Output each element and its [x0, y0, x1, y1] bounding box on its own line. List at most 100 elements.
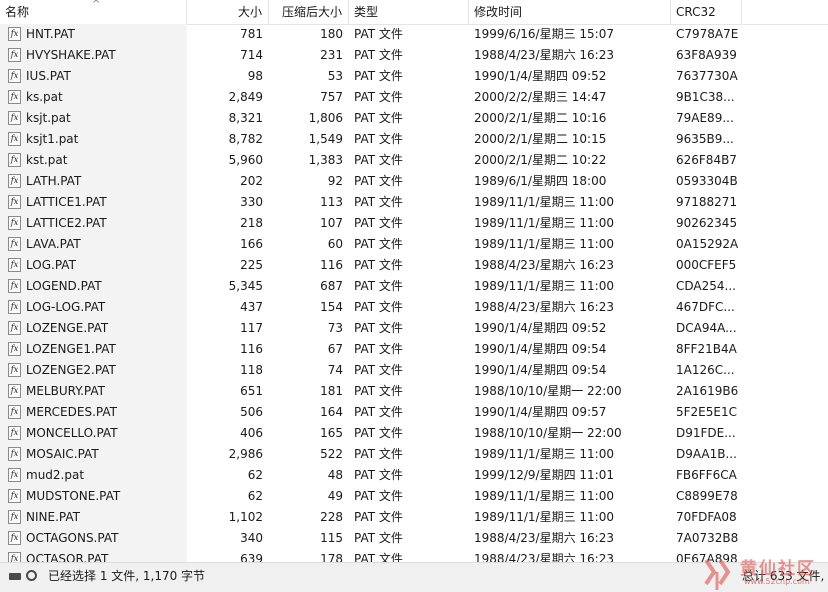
- file-name: NINE.PAT: [26, 510, 80, 524]
- table-row[interactable]: fx LAVA.PAT 166 60 PAT 文件 1989/11/1/星期三 11:00…: [0, 234, 828, 255]
- file-crc32: 0A15292A: [676, 237, 739, 251]
- file-name-cell[interactable]: fx ksjt1.pat: [0, 129, 187, 150]
- file-name: LOGEND.PAT: [26, 279, 102, 293]
- file-name-cell[interactable]: fx LAVA.PAT: [0, 234, 187, 255]
- pat-file-icon: fx: [8, 216, 21, 230]
- drive-icon: [9, 573, 21, 580]
- total-status: 总计 633 文件, 8: [742, 569, 828, 583]
- file-modified: 1989/11/1/星期三 11:00: [474, 447, 614, 461]
- table-row[interactable]: fx HNT.PAT 781 180 PAT 文件 1999/6/16/星期三 15:07…: [0, 24, 828, 45]
- file-type: PAT 文件: [354, 384, 403, 398]
- table-row[interactable]: fx MONCELLO.PAT 406 165 PAT 文件 1988/10/10/星期一…: [0, 423, 828, 444]
- file-packed-size: 180: [320, 27, 343, 41]
- file-name-cell[interactable]: fx kst.pat: [0, 150, 187, 171]
- pat-file-icon: fx: [8, 153, 21, 167]
- table-row[interactable]: fx LOZENGE.PAT 117 73 PAT 文件 1990/1/4/星期四 09:…: [0, 318, 828, 339]
- table-row[interactable]: fx MERCEDES.PAT 506 164 PAT 文件 1990/1/4/星期四 0…: [0, 402, 828, 423]
- file-type: PAT 文件: [354, 48, 403, 62]
- file-packed-size: 228: [320, 510, 343, 524]
- file-type: PAT 文件: [354, 468, 403, 482]
- file-name-cell[interactable]: fx MOSAIC.PAT: [0, 444, 187, 465]
- file-type: PAT 文件: [354, 279, 403, 293]
- table-row[interactable]: fx LOZENGE1.PAT 116 67 PAT 文件 1990/1/4/星期四 09…: [0, 339, 828, 360]
- file-name: HNT.PAT: [26, 27, 75, 41]
- table-row[interactable]: fx MUDSTONE.PAT 62 49 PAT 文件 1989/11/1/星期三 11…: [0, 486, 828, 507]
- column-header-packed-size[interactable]: 压缩后大小: [269, 0, 349, 24]
- file-name-cell[interactable]: fx LOZENGE.PAT: [0, 318, 187, 339]
- table-row[interactable]: fx LATTICE2.PAT 218 107 PAT 文件 1989/11/1/星期三 …: [0, 213, 828, 234]
- table-row[interactable]: fx ks.pat 2,849 757 PAT 文件 2000/2/2/星期三 14:47…: [0, 87, 828, 108]
- table-row[interactable]: fx LOGEND.PAT 5,345 687 PAT 文件 1989/11/1/星期三 …: [0, 276, 828, 297]
- column-header-modified[interactable]: 修改时间: [469, 0, 671, 24]
- file-packed-size: 154: [320, 300, 343, 314]
- file-name-cell[interactable]: fx OCTAGONS.PAT: [0, 528, 187, 549]
- file-name-cell[interactable]: fx LOGEND.PAT: [0, 276, 187, 297]
- file-type: PAT 文件: [354, 174, 403, 188]
- file-modified: 1988/4/23/星期六 16:23: [474, 552, 614, 562]
- pat-file-icon: fx: [8, 69, 21, 83]
- table-row[interactable]: fx kst.pat 5,960 1,383 PAT 文件 2000/2/1/星期二 10…: [0, 150, 828, 171]
- table-row[interactable]: fx IUS.PAT 98 53 PAT 文件 1990/1/4/星期四 09:52 763…: [0, 66, 828, 87]
- file-size: 1,102: [228, 510, 263, 524]
- file-name-cell[interactable]: fx mud2.pat: [0, 465, 187, 486]
- pat-file-icon: fx: [8, 447, 21, 461]
- file-name-cell[interactable]: fx MONCELLO.PAT: [0, 423, 187, 444]
- file-name: OCTASQR.PAT: [26, 552, 109, 562]
- file-name: MUDSTONE.PAT: [26, 489, 121, 503]
- file-name-cell[interactable]: fx OCTASQR.PAT: [0, 549, 187, 562]
- table-row[interactable]: fx LOG-LOG.PAT 437 154 PAT 文件 1988/4/23/星期六 1…: [0, 297, 828, 318]
- file-name-cell[interactable]: fx MELBURY.PAT: [0, 381, 187, 402]
- table-row[interactable]: fx LOZENGE2.PAT 118 74 PAT 文件 1990/1/4/星期四 09…: [0, 360, 828, 381]
- column-header-size[interactable]: 大小: [187, 0, 269, 24]
- table-row[interactable]: fx MELBURY.PAT 651 181 PAT 文件 1988/10/10/星期一 …: [0, 381, 828, 402]
- file-name-cell[interactable]: fx HNT.PAT: [0, 24, 187, 45]
- file-name-cell[interactable]: fx LOZENGE2.PAT: [0, 360, 187, 381]
- file-packed-size: 107: [320, 216, 343, 230]
- file-name-cell[interactable]: fx LOG.PAT: [0, 255, 187, 276]
- file-name-cell[interactable]: fx LOZENGE1.PAT: [0, 339, 187, 360]
- table-row[interactable]: fx LATTICE1.PAT 330 113 PAT 文件 1989/11/1/星期三 …: [0, 192, 828, 213]
- column-header-type[interactable]: 类型: [349, 0, 469, 24]
- file-name-cell[interactable]: fx MUDSTONE.PAT: [0, 486, 187, 507]
- table-row[interactable]: fx OCTASQR.PAT 639 178 PAT 文件 1988/4/23/星期六 1…: [0, 549, 828, 562]
- file-modified: 1999/12/9/星期四 11:01: [474, 468, 614, 482]
- file-name-cell[interactable]: fx MERCEDES.PAT: [0, 402, 187, 423]
- table-row[interactable]: fx LATH.PAT 202 92 PAT 文件 1989/6/1/星期四 18:00 0…: [0, 171, 828, 192]
- pat-file-icon: fx: [8, 552, 21, 562]
- pat-file-icon: fx: [8, 300, 21, 314]
- table-row[interactable]: fx LOG.PAT 225 116 PAT 文件 1988/4/23/星期六 16:23…: [0, 255, 828, 276]
- file-modified: 2000/2/2/星期三 14:47: [474, 90, 607, 104]
- column-header-crc32[interactable]: CRC32: [671, 0, 742, 24]
- table-row[interactable]: fx ksjt.pat 8,321 1,806 PAT 文件 2000/2/1/星期二 1…: [0, 108, 828, 129]
- table-row[interactable]: fx NINE.PAT 1,102 228 PAT 文件 1989/11/1/星期三 11…: [0, 507, 828, 528]
- table-row[interactable]: fx HVYSHAKE.PAT 714 231 PAT 文件 1988/4/23/星期六 …: [0, 45, 828, 66]
- file-name: MELBURY.PAT: [26, 384, 105, 398]
- file-size: 2,986: [228, 447, 263, 461]
- file-name-cell[interactable]: fx LATTICE2.PAT: [0, 213, 187, 234]
- column-header-name[interactable]: 名称 ^: [0, 0, 187, 24]
- file-name-cell[interactable]: fx HVYSHAKE.PAT: [0, 45, 187, 66]
- file-size: 218: [240, 216, 263, 230]
- file-type: PAT 文件: [354, 510, 403, 524]
- file-name-cell[interactable]: fx ksjt.pat: [0, 108, 187, 129]
- file-name-cell[interactable]: fx LOG-LOG.PAT: [0, 297, 187, 318]
- file-name-cell[interactable]: fx ks.pat: [0, 87, 187, 108]
- file-name: kst.pat: [26, 153, 68, 167]
- file-size: 714: [240, 48, 263, 62]
- file-crc32: 0E67A898: [676, 552, 738, 562]
- file-modified: 1989/11/1/星期三 11:00: [474, 216, 614, 230]
- file-name-cell[interactable]: fx NINE.PAT: [0, 507, 187, 528]
- file-name-cell[interactable]: fx IUS.PAT: [0, 66, 187, 87]
- file-crc32: 000CFEF5: [676, 258, 737, 272]
- file-name-cell[interactable]: fx LATH.PAT: [0, 171, 187, 192]
- table-row[interactable]: fx mud2.pat 62 48 PAT 文件 1999/12/9/星期四 11:01 F…: [0, 465, 828, 486]
- file-name: LOZENGE1.PAT: [26, 342, 116, 356]
- table-row[interactable]: fx OCTAGONS.PAT 340 115 PAT 文件 1988/4/23/星期六 …: [0, 528, 828, 549]
- file-modified: 2000/2/1/星期二 10:22: [474, 153, 607, 167]
- table-row[interactable]: fx MOSAIC.PAT 2,986 522 PAT 文件 1989/11/1/星期三 …: [0, 444, 828, 465]
- file-crc32: C8899E78: [676, 489, 738, 503]
- archive-file-list-window: 名称 ^ 大小 压缩后大小 类型 修改时间 CRC32 fx HNT.PAT 781…: [0, 0, 828, 592]
- table-row[interactable]: fx ksjt1.pat 8,782 1,549 PAT 文件 2000/2/1/星期二 …: [0, 129, 828, 150]
- file-name-cell[interactable]: fx LATTICE1.PAT: [0, 192, 187, 213]
- pat-file-icon: fx: [8, 132, 21, 146]
